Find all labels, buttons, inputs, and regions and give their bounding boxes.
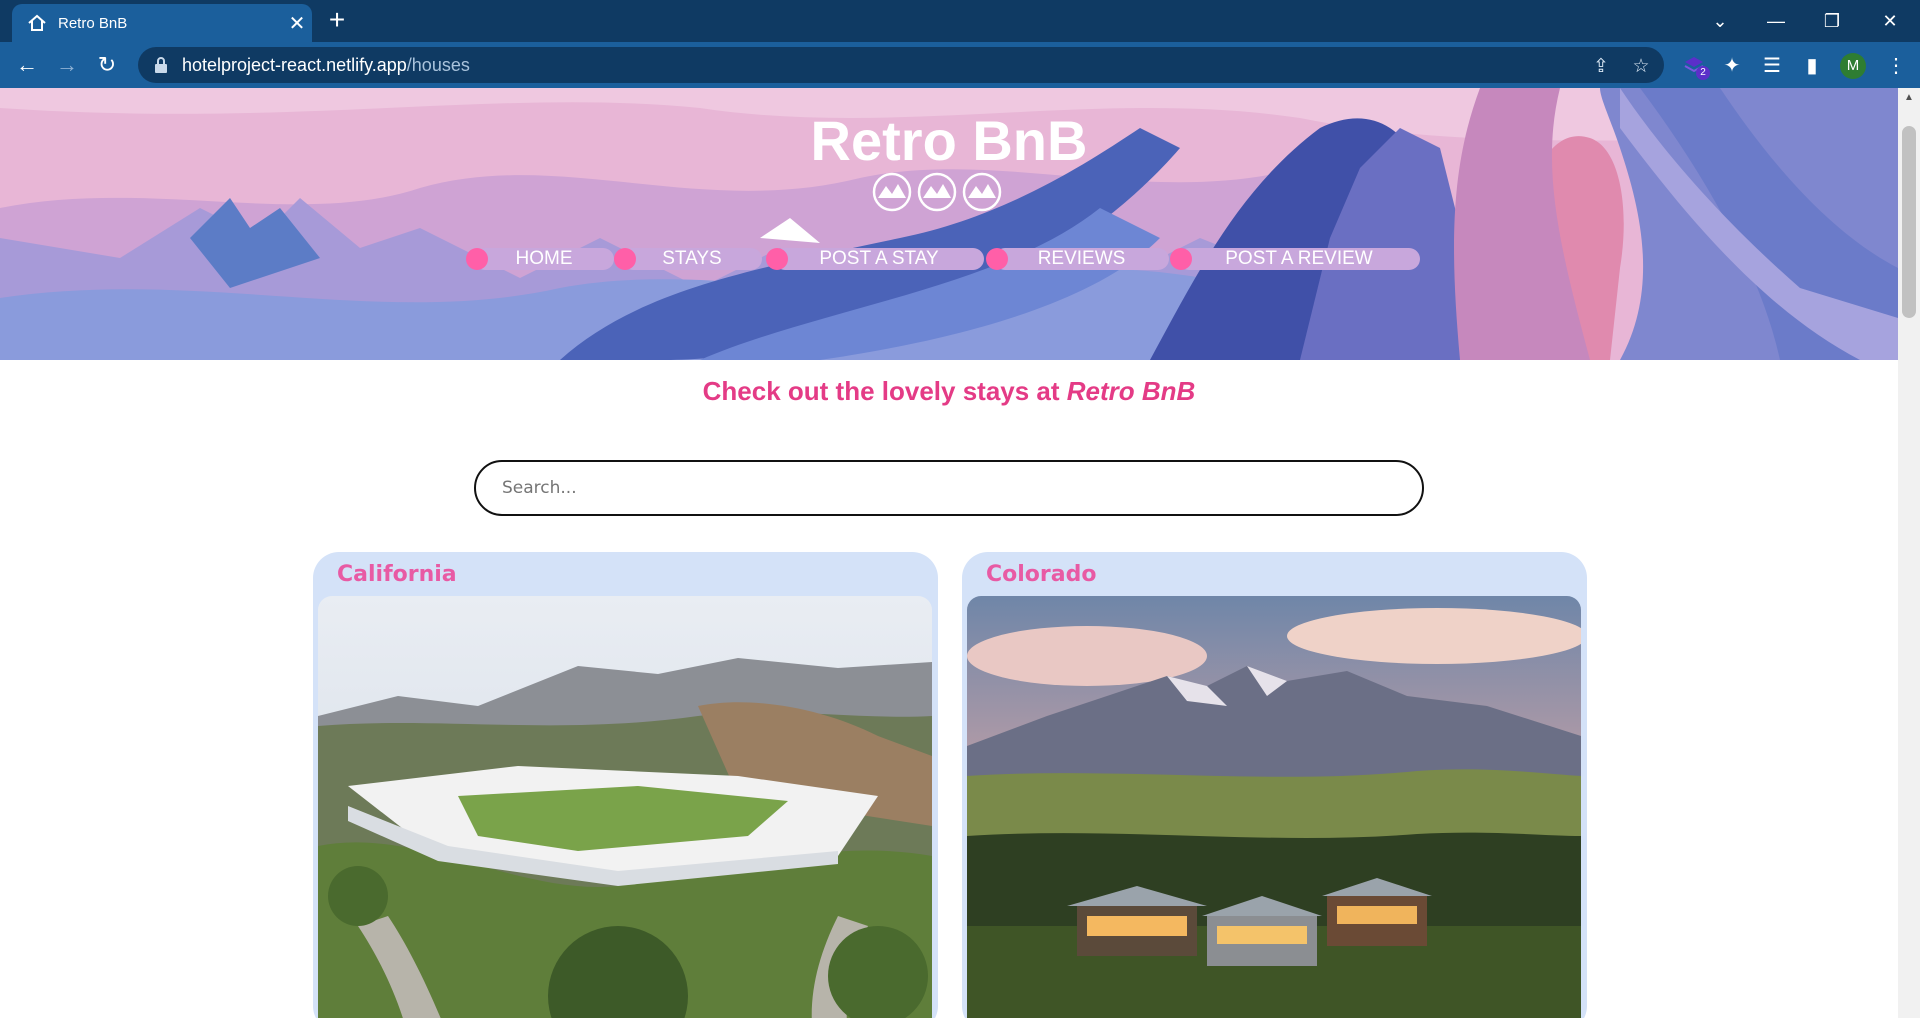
- nav-post-a-review[interactable]: POST A REVIEW: [1170, 248, 1420, 270]
- scroll-up-arrow-icon[interactable]: ▲: [1903, 92, 1915, 103]
- listing-title[interactable]: Colorado: [986, 562, 1096, 587]
- page-headline: Check out the lovely stays at Retro BnB: [0, 376, 1898, 407]
- scrollbar-thumb[interactable]: [1902, 126, 1916, 318]
- nav-dot: [766, 248, 788, 270]
- nav-reviews[interactable]: REVIEWS: [986, 248, 1169, 270]
- listing-title[interactable]: California: [337, 562, 457, 587]
- mountain-logo-icon: [962, 172, 1002, 212]
- mountain-logo-icon: [917, 172, 957, 212]
- listing-card[interactable]: Colorado: [962, 552, 1587, 1018]
- listing-photo[interactable]: [318, 596, 932, 1018]
- nav-label: POST A REVIEW: [1225, 248, 1373, 269]
- side-panel-icon[interactable]: ▮: [1800, 54, 1824, 78]
- back-button[interactable]: ←: [12, 50, 42, 80]
- nav-label: HOME: [515, 248, 573, 269]
- nav-stays[interactable]: STAYS: [614, 248, 762, 270]
- hero-banner: Retro BnB HOME STAYS POST A STAY REVIEWS…: [0, 88, 1898, 360]
- tab-title: Retro BnB: [58, 14, 128, 32]
- site-title[interactable]: Retro BnB: [0, 108, 1898, 173]
- url-text: hotelproject-react.netlify.app/houses: [182, 55, 470, 76]
- new-tab-button[interactable]: +: [322, 6, 352, 36]
- page-scrollbar[interactable]: ▲: [1898, 88, 1920, 1018]
- share-icon[interactable]: ⇪: [1590, 56, 1612, 78]
- profile-avatar[interactable]: M: [1840, 53, 1866, 79]
- headline-brand: Retro BnB: [1066, 376, 1196, 406]
- nav-label: POST A STAY: [819, 248, 939, 269]
- nav-dot: [614, 248, 636, 270]
- url-path: /houses: [406, 54, 470, 75]
- close-window-button[interactable]: ✕: [1862, 0, 1918, 42]
- nav-dot: [466, 248, 488, 270]
- browser-toolbar: ← → ↻ hotelproject-react.netlify.app/hou…: [0, 42, 1920, 88]
- url-host: hotelproject-react.netlify.app: [182, 54, 407, 75]
- web-page: Retro BnB HOME STAYS POST A STAY REVIEWS…: [0, 88, 1898, 1018]
- listing-photo[interactable]: [967, 596, 1581, 1018]
- listing-card[interactable]: California: [313, 552, 938, 1018]
- restore-button[interactable]: ❐: [1804, 0, 1860, 42]
- headline-text: Check out the lovely stays at: [702, 376, 1067, 406]
- nav-label: STAYS: [662, 248, 722, 269]
- forward-button[interactable]: →: [52, 50, 82, 80]
- close-tab-icon[interactable]: ✕: [282, 11, 312, 36]
- home-icon: [26, 12, 48, 34]
- bookmark-star-icon[interactable]: ☆: [1630, 56, 1652, 78]
- nav-dot: [986, 248, 1008, 270]
- extension-icon[interactable]: 2: [1682, 54, 1710, 80]
- minimize-button[interactable]: —: [1748, 0, 1804, 42]
- extension-badge: 2: [1696, 66, 1710, 80]
- colorado-house-image: [967, 596, 1581, 1018]
- browser-tab-strip: Retro BnB ✕ + ⌄ — ❐ ✕: [0, 0, 1920, 42]
- browser-tab[interactable]: Retro BnB ✕: [12, 4, 312, 42]
- nav-home[interactable]: HOME: [466, 248, 614, 270]
- mountain-logo-icon: [872, 172, 912, 212]
- reload-button[interactable]: ↻: [92, 50, 122, 80]
- nav-post-a-stay[interactable]: POST A STAY: [766, 248, 984, 270]
- menu-kebab-icon[interactable]: ⋮: [1884, 54, 1908, 78]
- address-bar[interactable]: hotelproject-react.netlify.app/houses ⇪ …: [138, 47, 1664, 83]
- tab-search-icon[interactable]: ⌄: [1692, 0, 1748, 42]
- puzzle-extensions-icon[interactable]: ✦: [1720, 54, 1744, 78]
- lock-icon: [155, 57, 167, 73]
- media-queue-icon[interactable]: ☰: [1760, 54, 1784, 78]
- search-input[interactable]: [474, 460, 1424, 516]
- california-house-image: [318, 596, 932, 1018]
- nav-label: REVIEWS: [1037, 248, 1126, 269]
- logo-mountains: [872, 172, 1002, 212]
- nav-dot: [1170, 248, 1192, 270]
